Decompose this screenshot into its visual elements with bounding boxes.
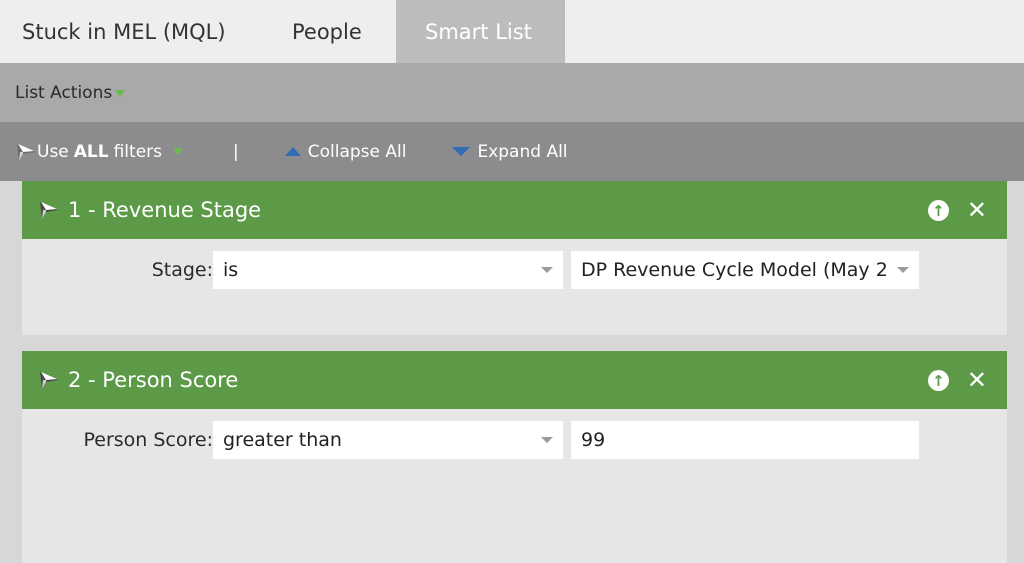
arrow-up-circle-icon[interactable]: ↑ [927, 370, 949, 391]
filter-card-header[interactable]: 2 - Person Score ↑ ✕ [22, 351, 1007, 409]
funnel-icon [17, 143, 35, 161]
list-actions-label: List Actions [15, 82, 113, 103]
value-text: DP Revenue Cycle Model (May 2 [581, 259, 886, 281]
chevron-down-icon [897, 267, 909, 273]
filter-title: 2 - Person Score [68, 368, 239, 392]
arrow-up-circle-icon[interactable]: ↑ [927, 200, 949, 221]
filter-field-label: Person Score: [83, 429, 213, 451]
funnel-icon [40, 372, 58, 389]
close-icon[interactable]: ✕ [967, 198, 987, 222]
collapse-triangle-icon [284, 147, 301, 156]
score-value-text: 99 [581, 429, 606, 451]
filters-label: filters [113, 141, 162, 162]
tab-list-name[interactable]: Stuck in MEL (MQL) [0, 0, 270, 63]
filter-card-revenue-stage: 1 - Revenue Stage ↑ ✕ Stage: is DP Reven… [22, 181, 1007, 335]
use-label: Use [37, 141, 69, 162]
list-actions-button[interactable]: List Actions [15, 82, 126, 103]
close-icon[interactable]: ✕ [967, 368, 987, 392]
filter-title: 1 - Revenue Stage [68, 198, 262, 222]
value-select[interactable]: DP Revenue Cycle Model (May 2 [571, 251, 919, 289]
operator-select[interactable]: is [213, 251, 563, 289]
filter-card-person-score: 2 - Person Score ↑ ✕ Person Score: great… [22, 351, 1007, 563]
chevron-down-icon [541, 437, 553, 443]
filter-card-header[interactable]: 1 - Revenue Stage ↑ ✕ [22, 181, 1007, 239]
operator-value: greater than [223, 429, 342, 451]
filter-card-body: Stage: is DP Revenue Cycle Model (May 2 [22, 239, 1007, 335]
collapse-all-label: Collapse All [307, 141, 407, 162]
chevron-down-icon [173, 148, 183, 155]
expand-triangle-icon [452, 147, 471, 156]
filter-card-body: Person Score: greater than 99 [22, 409, 1007, 563]
filter-toolbar: Use ALL filters | Collapse All Expand Al… [0, 122, 1024, 181]
use-all-filters-dropdown[interactable]: Use ALL filters [15, 141, 183, 163]
tab-bar: Stuck in MEL (MQL) People Smart List [0, 0, 1024, 63]
operator-select[interactable]: greater than [213, 421, 563, 459]
score-value-input[interactable]: 99 [571, 421, 919, 459]
tab-smart-list[interactable]: Smart List [396, 0, 565, 63]
expand-all-button[interactable]: Expand All [452, 141, 568, 162]
collapse-all-button[interactable]: Collapse All [284, 141, 407, 162]
filter-field-label: Stage: [151, 259, 213, 281]
operator-value: is [223, 259, 239, 281]
toolbar-separator: | [233, 141, 239, 162]
expand-all-label: Expand All [477, 141, 568, 162]
all-label: ALL [73, 141, 109, 162]
list-actions-bar: List Actions [0, 63, 1024, 122]
funnel-icon [40, 202, 58, 219]
tab-people[interactable]: People [270, 0, 396, 63]
chevron-down-icon [541, 267, 553, 273]
chevron-down-icon [115, 90, 126, 97]
